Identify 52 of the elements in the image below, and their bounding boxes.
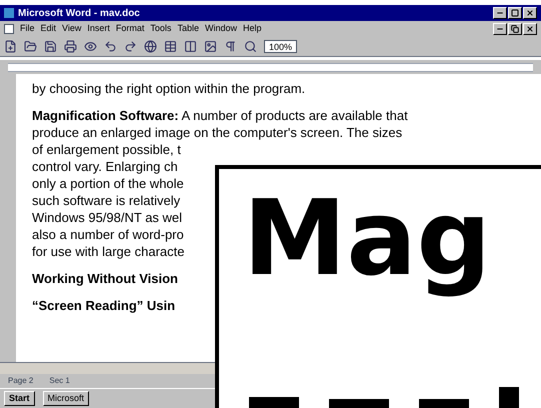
paragraph-line: such software is relatively [32, 192, 182, 209]
maximize-icon [511, 9, 519, 17]
close-icon [526, 25, 534, 33]
status-text: Page 2 [8, 375, 34, 387]
menu-item[interactable]: Window [204, 22, 237, 36]
restore-button[interactable] [508, 23, 522, 35]
start-button[interactable]: Start [4, 391, 35, 406]
taskbar-button[interactable]: Microsoft [42, 391, 90, 406]
menu-item[interactable]: Format [116, 22, 144, 36]
minimize-button[interactable] [493, 7, 507, 19]
menu-item[interactable]: View [62, 22, 82, 36]
paragraph-line: Windows 95/98/NT as wel [32, 209, 184, 226]
menu-item[interactable]: Tools [150, 22, 172, 36]
paragraph-line: produce an enlarged image on the computer's screen. The sizes [32, 124, 404, 141]
close-button[interactable] [523, 23, 537, 35]
zoom-field[interactable]: 100% [264, 40, 298, 53]
folder-icon[interactable] [24, 40, 37, 53]
menu-item[interactable]: Table [177, 22, 199, 36]
paragraph-line: for use with large characte [32, 243, 186, 260]
menu-item[interactable]: File [20, 22, 35, 36]
printer-icon[interactable] [64, 40, 77, 53]
save-icon[interactable] [44, 40, 57, 53]
magnifier-icon[interactable] [244, 40, 257, 53]
paragraph-line: of enlargement possible, t [32, 141, 182, 158]
undo-icon[interactable] [104, 40, 117, 53]
status-text: Sec 1 [49, 375, 70, 387]
close-icon [526, 9, 534, 17]
image-icon[interactable] [204, 40, 217, 53]
table-icon[interactable] [164, 40, 177, 53]
paragraph-line: also a number of word-pro [32, 226, 185, 243]
restore-icon [511, 25, 519, 33]
minimize-button[interactable] [493, 23, 507, 35]
globe-icon[interactable] [144, 40, 157, 53]
maximize-button[interactable] [508, 7, 522, 19]
menu-item[interactable]: Insert [87, 22, 110, 36]
menu-item[interactable]: Edit [40, 22, 56, 36]
magnified-text: Mag [243, 176, 492, 301]
section-heading: Working Without Vision [32, 270, 180, 287]
paragraph-line: Magnification Software: A number of products are available that [32, 107, 409, 124]
close-button[interactable] [523, 7, 537, 19]
menu-item[interactable]: Help [242, 22, 262, 36]
new-document-icon[interactable] [4, 40, 17, 53]
paragraph-line: by choosing the right option within the program. [32, 80, 306, 97]
section-heading: “Screen Reading” Usin [32, 297, 176, 314]
window-title: Microsoft Word - mav.doc [18, 6, 140, 20]
paragraph-line: only a portion of the whole [32, 175, 185, 192]
paragraph-line: control vary. Enlarging ch [32, 158, 179, 175]
redo-icon[interactable] [124, 40, 137, 53]
horizontal-scrollbar[interactable] [0, 362, 215, 374]
document-icon [4, 24, 14, 34]
columns-icon[interactable] [184, 40, 197, 53]
pilcrow-icon[interactable] [224, 40, 237, 53]
